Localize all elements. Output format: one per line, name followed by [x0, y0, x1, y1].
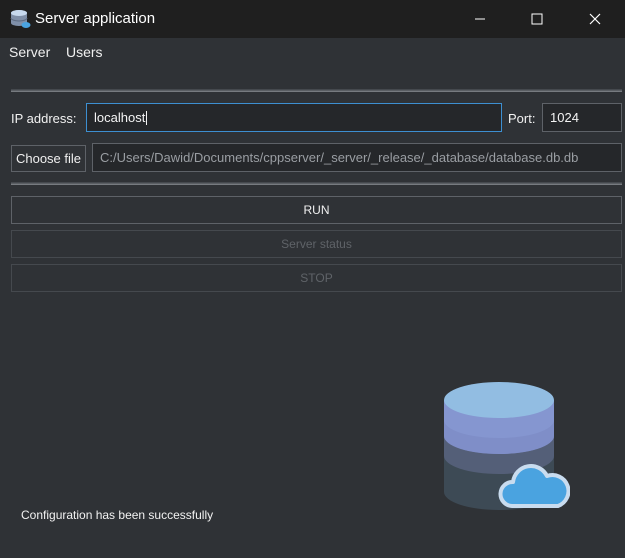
run-button[interactable]: RUN	[11, 196, 622, 224]
file-path-value: C:/Users/Dawid/Documents/cppserver/_serv…	[100, 150, 579, 165]
database-cloud-icon	[444, 382, 570, 510]
stop-button[interactable]: STOP	[11, 264, 622, 292]
status-message: Configuration has been successfully	[21, 508, 214, 522]
choose-file-button[interactable]: Choose file	[11, 145, 86, 172]
ip-address-value: localhost	[94, 110, 146, 125]
text-caret	[146, 110, 148, 125]
ip-address-input[interactable]: localhost	[86, 103, 502, 132]
menu-users[interactable]: Users	[66, 44, 103, 60]
menu-bar: Server Users	[0, 38, 625, 66]
maximize-button[interactable]	[508, 0, 566, 38]
minimize-icon	[475, 18, 485, 20]
separator-bottom	[11, 182, 622, 185]
title-bar: Server application	[0, 0, 625, 38]
file-path-field: C:/Users/Dawid/Documents/cppserver/_serv…	[92, 143, 622, 172]
window-title: Server application	[35, 10, 156, 27]
maximize-icon	[531, 13, 543, 25]
port-input[interactable]: 1024	[542, 103, 622, 132]
ip-address-label: IP address:	[11, 111, 77, 126]
port-label: Port:	[508, 111, 536, 126]
close-icon	[589, 13, 601, 25]
port-value: 1024	[550, 110, 579, 125]
separator-top	[11, 89, 622, 92]
server-status-button[interactable]: Server status	[11, 230, 622, 258]
minimize-button[interactable]	[451, 0, 509, 38]
close-button[interactable]	[566, 0, 624, 38]
menu-server[interactable]: Server	[9, 44, 50, 60]
database-app-icon	[10, 10, 31, 28]
